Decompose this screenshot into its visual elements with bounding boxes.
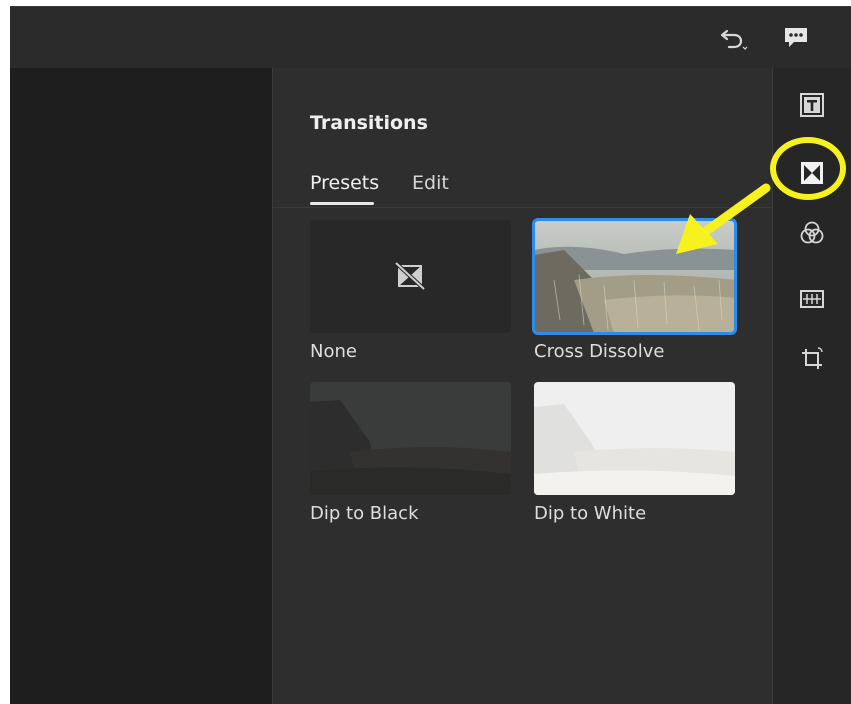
audio-icon[interactable]: [799, 286, 825, 312]
no-transition-icon: [310, 220, 511, 333]
preset-dip-to-black[interactable]: Dip to Black: [310, 382, 511, 524]
panel-title: Transitions: [310, 112, 428, 134]
dark-landscape-thumbnail: [310, 382, 511, 495]
undo-icon[interactable]: [718, 25, 748, 53]
active-tab-indicator: [310, 202, 374, 205]
tab-presets[interactable]: Presets: [310, 172, 379, 194]
crop-icon[interactable]: [799, 346, 825, 372]
tab-edit[interactable]: Edit: [412, 172, 449, 194]
preview-area: [10, 68, 272, 704]
app-window: Transitions Presets Edit None Cross Diss…: [10, 6, 851, 704]
preset-dip-to-white-label: Dip to White: [534, 503, 647, 524]
annotation-arrow-icon: [676, 183, 771, 254]
preset-dip-to-black-label: Dip to Black: [310, 503, 419, 524]
annotation-highlight-circle: [770, 137, 846, 200]
preset-dip-to-white-thumbnail: [534, 382, 735, 495]
titles-icon[interactable]: [799, 92, 825, 118]
transitions-panel: Transitions Presets Edit None Cross Diss…: [272, 68, 773, 704]
preset-none[interactable]: None: [310, 220, 511, 362]
bright-landscape-thumbnail: [534, 382, 735, 495]
preset-cross-dissolve-label: Cross Dissolve: [534, 341, 665, 362]
preset-dip-to-white[interactable]: Dip to White: [534, 382, 735, 524]
comment-icon[interactable]: [782, 24, 810, 52]
top-bar: [10, 6, 851, 68]
preset-none-thumbnail: [310, 220, 511, 333]
preset-dip-to-black-thumbnail: [310, 382, 511, 495]
preset-none-label: None: [310, 341, 357, 362]
color-icon[interactable]: [799, 220, 825, 246]
